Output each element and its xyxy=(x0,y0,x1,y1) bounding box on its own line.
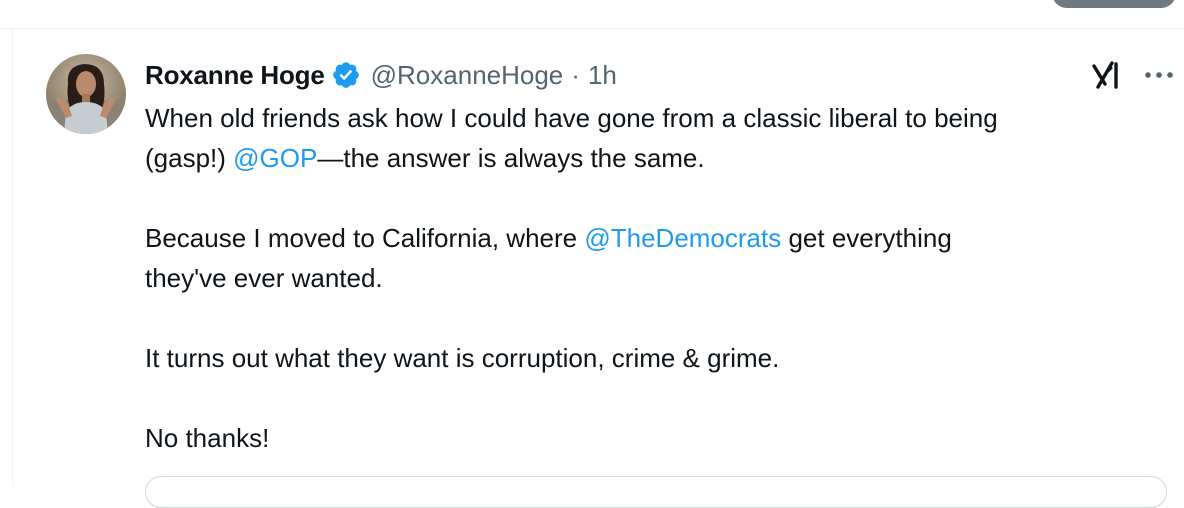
verified-badge-icon[interactable] xyxy=(331,60,361,90)
tweet-line: No thanks! xyxy=(145,423,270,453)
mention-link-gop[interactable]: @GOP xyxy=(233,143,317,173)
tweet-header: Roxanne Hoge @RoxanneHoge · 1h xyxy=(145,56,617,94)
timeline-left-border xyxy=(12,28,13,486)
avatar[interactable] xyxy=(46,54,126,134)
mention-link-thedemocrats[interactable]: @TheDemocrats xyxy=(584,223,781,253)
tweet-text-fragment: —the answer is always the same. xyxy=(317,143,705,173)
tweet-line: Because I moved to California, where @Th… xyxy=(145,218,1175,258)
grok-icon[interactable] xyxy=(1090,58,1124,92)
tweet-line: It turns out what they want is corruptio… xyxy=(145,343,780,373)
tweet-line: they've ever wanted. xyxy=(145,263,383,293)
avatar-image xyxy=(46,54,126,134)
tweet-line: (gasp!) @GOP—the answer is always the sa… xyxy=(145,138,1175,178)
tweet-text: When old friends ask how I could have go… xyxy=(145,98,1175,458)
tweet-text-fragment: Because I moved to California, where xyxy=(145,223,585,253)
timestamp[interactable]: 1h xyxy=(588,60,617,91)
tweet-line: When old friends ask how I could have go… xyxy=(145,103,998,133)
more-options-icon[interactable] xyxy=(1142,60,1176,90)
author-handle[interactable]: @RoxanneHoge xyxy=(371,60,564,91)
quoted-card[interactable] xyxy=(145,476,1167,508)
tweet-text-fragment: (gasp!) xyxy=(145,143,234,173)
separator-dot: · xyxy=(571,59,580,90)
top-divider xyxy=(0,0,1184,29)
author-name[interactable]: Roxanne Hoge xyxy=(145,60,325,91)
tweet-text-fragment: get everything xyxy=(781,223,952,253)
top-pill-button[interactable] xyxy=(1052,0,1176,8)
